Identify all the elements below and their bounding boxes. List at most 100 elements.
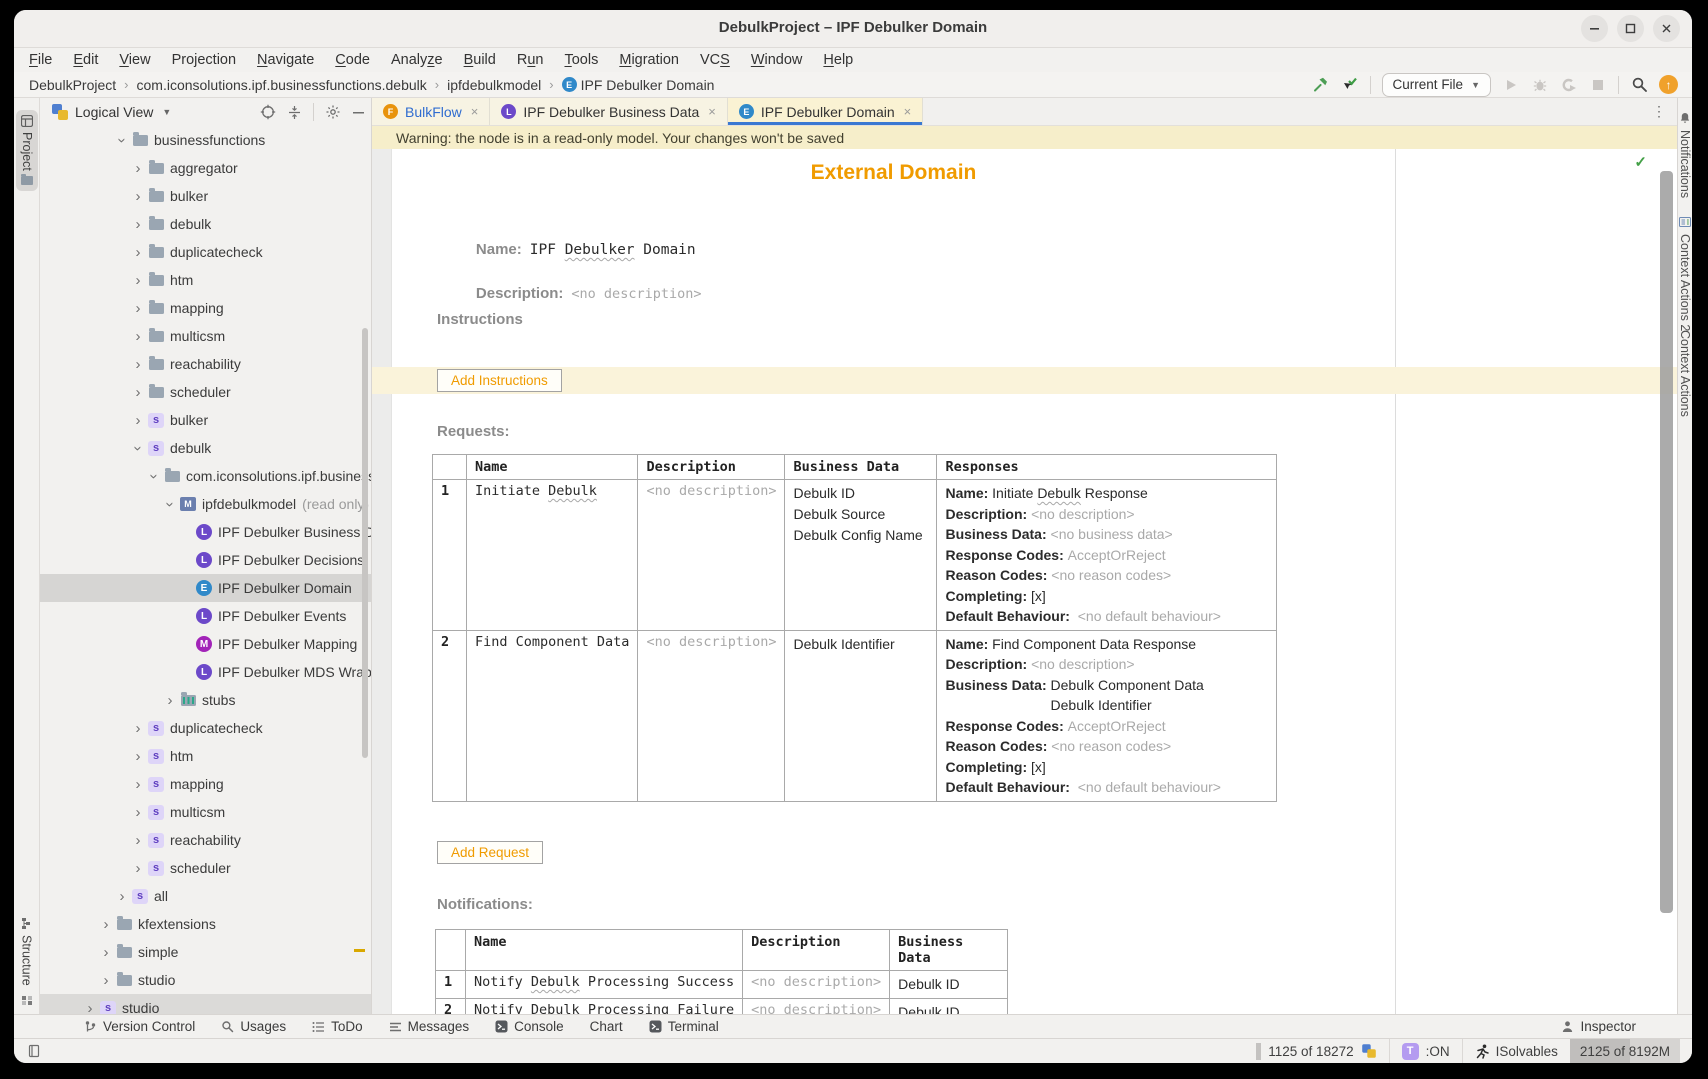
- tree-item-mapping[interactable]: ›smapping: [40, 770, 371, 798]
- structure-tool-button[interactable]: Structure: [20, 917, 34, 986]
- tree-item-ipf-debulker-decisions[interactable]: LIPF Debulker Decisions: [40, 546, 371, 574]
- breadcrumb-item-com-iconsolutions-ipf-businessfunctions-debulk[interactable]: com.iconsolutions.ipf.businessfunctions.…: [137, 77, 427, 93]
- gear-icon[interactable]: [325, 104, 341, 120]
- add-instructions-button[interactable]: Add Instructions: [437, 369, 562, 392]
- request-business-data-cell[interactable]: Debulk Identifier: [785, 630, 937, 801]
- project-tool-button[interactable]: Project: [16, 110, 38, 191]
- name-field[interactable]: Name:IPF Debulker Domain: [437, 225, 696, 274]
- update-available-icon[interactable]: ↑: [1659, 75, 1678, 94]
- request-description-cell[interactable]: <no description>: [638, 630, 785, 801]
- breadcrumb-item-ipf-debulker-domain[interactable]: EIPF Debulker Domain: [562, 77, 715, 93]
- menu-item-code[interactable]: Code: [335, 52, 370, 68]
- tool-button-usages[interactable]: Usages: [221, 1019, 286, 1034]
- memory-indicator[interactable]: 2125 of 8192M: [1570, 1039, 1680, 1063]
- menu-item-vcs[interactable]: VCS: [700, 52, 730, 68]
- tree-item-htm[interactable]: ›shtm: [40, 742, 371, 770]
- tree-item-reachability[interactable]: ›sreachability: [40, 826, 371, 854]
- tree-item-studio[interactable]: ›studio: [40, 966, 371, 994]
- menu-item-help[interactable]: Help: [823, 52, 853, 68]
- add-request-button[interactable]: Add Request: [437, 841, 543, 864]
- table-row[interactable]: 2Notify Debulk Processing Failure<no des…: [436, 999, 1008, 1015]
- inspect-code-icon[interactable]: [1341, 76, 1359, 94]
- tool-strip-button-context-actions[interactable]: Context Actions: [1678, 330, 1692, 417]
- tab-close-icon[interactable]: ×: [708, 104, 716, 119]
- tree-item-reachability[interactable]: ›reachability: [40, 350, 371, 378]
- table-row[interactable]: 2Find Component Data<no description>Debu…: [433, 630, 1277, 801]
- tree-item-multicsm[interactable]: ›multicsm: [40, 322, 371, 350]
- tree-item-ipfdebulkmodel[interactable]: ›Mipfdebulkmodel(read only): [40, 490, 371, 518]
- notification-business-data-cell[interactable]: Debulk ID: [890, 999, 1008, 1015]
- maximize-button[interactable]: [1617, 15, 1644, 42]
- menu-item-edit[interactable]: Edit: [73, 52, 98, 68]
- menu-item-file[interactable]: File: [29, 52, 52, 68]
- tab-ipf-debulker-business-data[interactable]: LIPF Debulker Business Data×: [490, 98, 727, 125]
- tree-item-bulker[interactable]: ›sbulker: [40, 406, 371, 434]
- menu-item-migration[interactable]: Migration: [619, 52, 679, 68]
- tab-bulkflow[interactable]: FBulkFlow×: [372, 98, 490, 125]
- tree-item-htm[interactable]: ›htm: [40, 266, 371, 294]
- tree-item-debulk[interactable]: ›sdebulk: [40, 434, 371, 462]
- run-config-selector[interactable]: Current File▼: [1382, 73, 1491, 97]
- locate-file-icon[interactable]: [260, 104, 276, 120]
- build-hammer-icon[interactable]: [1312, 76, 1330, 94]
- tree-item-scheduler[interactable]: ›sscheduler: [40, 854, 371, 882]
- t-mode-widget[interactable]: T :ON: [1390, 1039, 1462, 1063]
- tree-item-ipf-debulker-mapping[interactable]: MIPF Debulker Mapping: [40, 630, 371, 658]
- stop-button[interactable]: [1589, 76, 1607, 94]
- menu-item-analyze[interactable]: Analyze: [391, 52, 443, 68]
- tool-strip-button-notifications[interactable]: Notifications: [1678, 112, 1692, 198]
- tree-item-com-iconsolutions-ipf-businessfunctions-debulk[interactable]: ›com.iconsolutions.ipf.businessfunctions…: [40, 462, 371, 490]
- collapse-all-icon[interactable]: [287, 105, 302, 120]
- editor-scrollbar[interactable]: [1660, 171, 1673, 913]
- request-responses-cell[interactable]: Name: Find Component Data ResponseDescri…: [937, 630, 1277, 801]
- menu-item-navigate[interactable]: Navigate: [257, 52, 314, 68]
- description-value[interactable]: <no description>: [571, 286, 701, 302]
- name-value[interactable]: IPF Debulker Domain: [530, 242, 696, 258]
- tree-item-multicsm[interactable]: ›smulticsm: [40, 798, 371, 826]
- caret-position-widget[interactable]: 1125 of 18272: [1244, 1039, 1388, 1063]
- tree-item-scheduler[interactable]: ›scheduler: [40, 378, 371, 406]
- tree-item-duplicatecheck[interactable]: ›duplicatecheck: [40, 238, 371, 266]
- tool-button-todo[interactable]: ToDo: [312, 1019, 363, 1034]
- request-responses-cell[interactable]: Name: Initiate Debulk ResponseDescriptio…: [937, 480, 1277, 631]
- menu-item-projection[interactable]: Projection: [172, 52, 236, 68]
- tree-item-aggregator[interactable]: ›aggregator: [40, 154, 371, 182]
- windows-layout-icon[interactable]: [21, 994, 33, 1006]
- layout-icon[interactable]: [28, 1044, 42, 1058]
- breadcrumb-item-ipfdebulkmodel[interactable]: ipfdebulkmodel: [447, 77, 541, 93]
- search-everywhere-icon[interactable]: [1630, 76, 1648, 94]
- tab-close-icon[interactable]: ×: [904, 104, 912, 119]
- tree-item-bulker[interactable]: ›bulker: [40, 182, 371, 210]
- tree-item-all[interactable]: ›sall: [40, 882, 371, 910]
- request-description-cell[interactable]: <no description>: [638, 480, 785, 631]
- breadcrumb-item-debulkproject[interactable]: DebulkProject: [29, 77, 116, 93]
- tab-options-icon[interactable]: ⋮: [1652, 103, 1677, 120]
- coverage-button[interactable]: [1560, 76, 1578, 94]
- menu-item-window[interactable]: Window: [751, 52, 803, 68]
- tool-button-console[interactable]: Console: [495, 1019, 564, 1034]
- request-name-cell[interactable]: Find Component Data: [467, 630, 638, 801]
- tab-ipf-debulker-domain[interactable]: EIPF Debulker Domain×: [728, 98, 923, 125]
- solvables-widget[interactable]: ISolvables: [1463, 1039, 1570, 1063]
- close-button[interactable]: [1653, 15, 1680, 42]
- tab-close-icon[interactable]: ×: [471, 104, 479, 119]
- tool-button-chart[interactable]: Chart: [590, 1019, 623, 1034]
- tree-item-stubs[interactable]: ›stubs: [40, 686, 371, 714]
- tree-item-ipf-debulker-mds-wrapper[interactable]: LIPF Debulker MDS Wrapper: [40, 658, 371, 686]
- notification-name-cell[interactable]: Notify Debulk Processing Success: [466, 971, 743, 999]
- menu-item-view[interactable]: View: [119, 52, 150, 68]
- menu-item-run[interactable]: Run: [517, 52, 544, 68]
- table-row[interactable]: 1Notify Debulk Processing Success<no des…: [436, 971, 1008, 999]
- notification-business-data-cell[interactable]: Debulk ID: [890, 971, 1008, 999]
- debug-button[interactable]: [1531, 76, 1549, 94]
- tree-item-studio[interactable]: ›sstudio: [40, 994, 371, 1014]
- tree-scrollbar[interactable]: [362, 328, 368, 758]
- run-button[interactable]: [1502, 76, 1520, 94]
- tree-item-simple[interactable]: ›simple: [40, 938, 371, 966]
- hide-panel-icon[interactable]: [352, 106, 365, 119]
- notification-description-cell[interactable]: <no description>: [743, 999, 890, 1015]
- view-selector-label[interactable]: Logical View: [75, 104, 153, 120]
- menu-item-build[interactable]: Build: [464, 52, 496, 68]
- tree-item-kfextensions[interactable]: ›kfextensions: [40, 910, 371, 938]
- tree-item-debulk[interactable]: ›debulk: [40, 210, 371, 238]
